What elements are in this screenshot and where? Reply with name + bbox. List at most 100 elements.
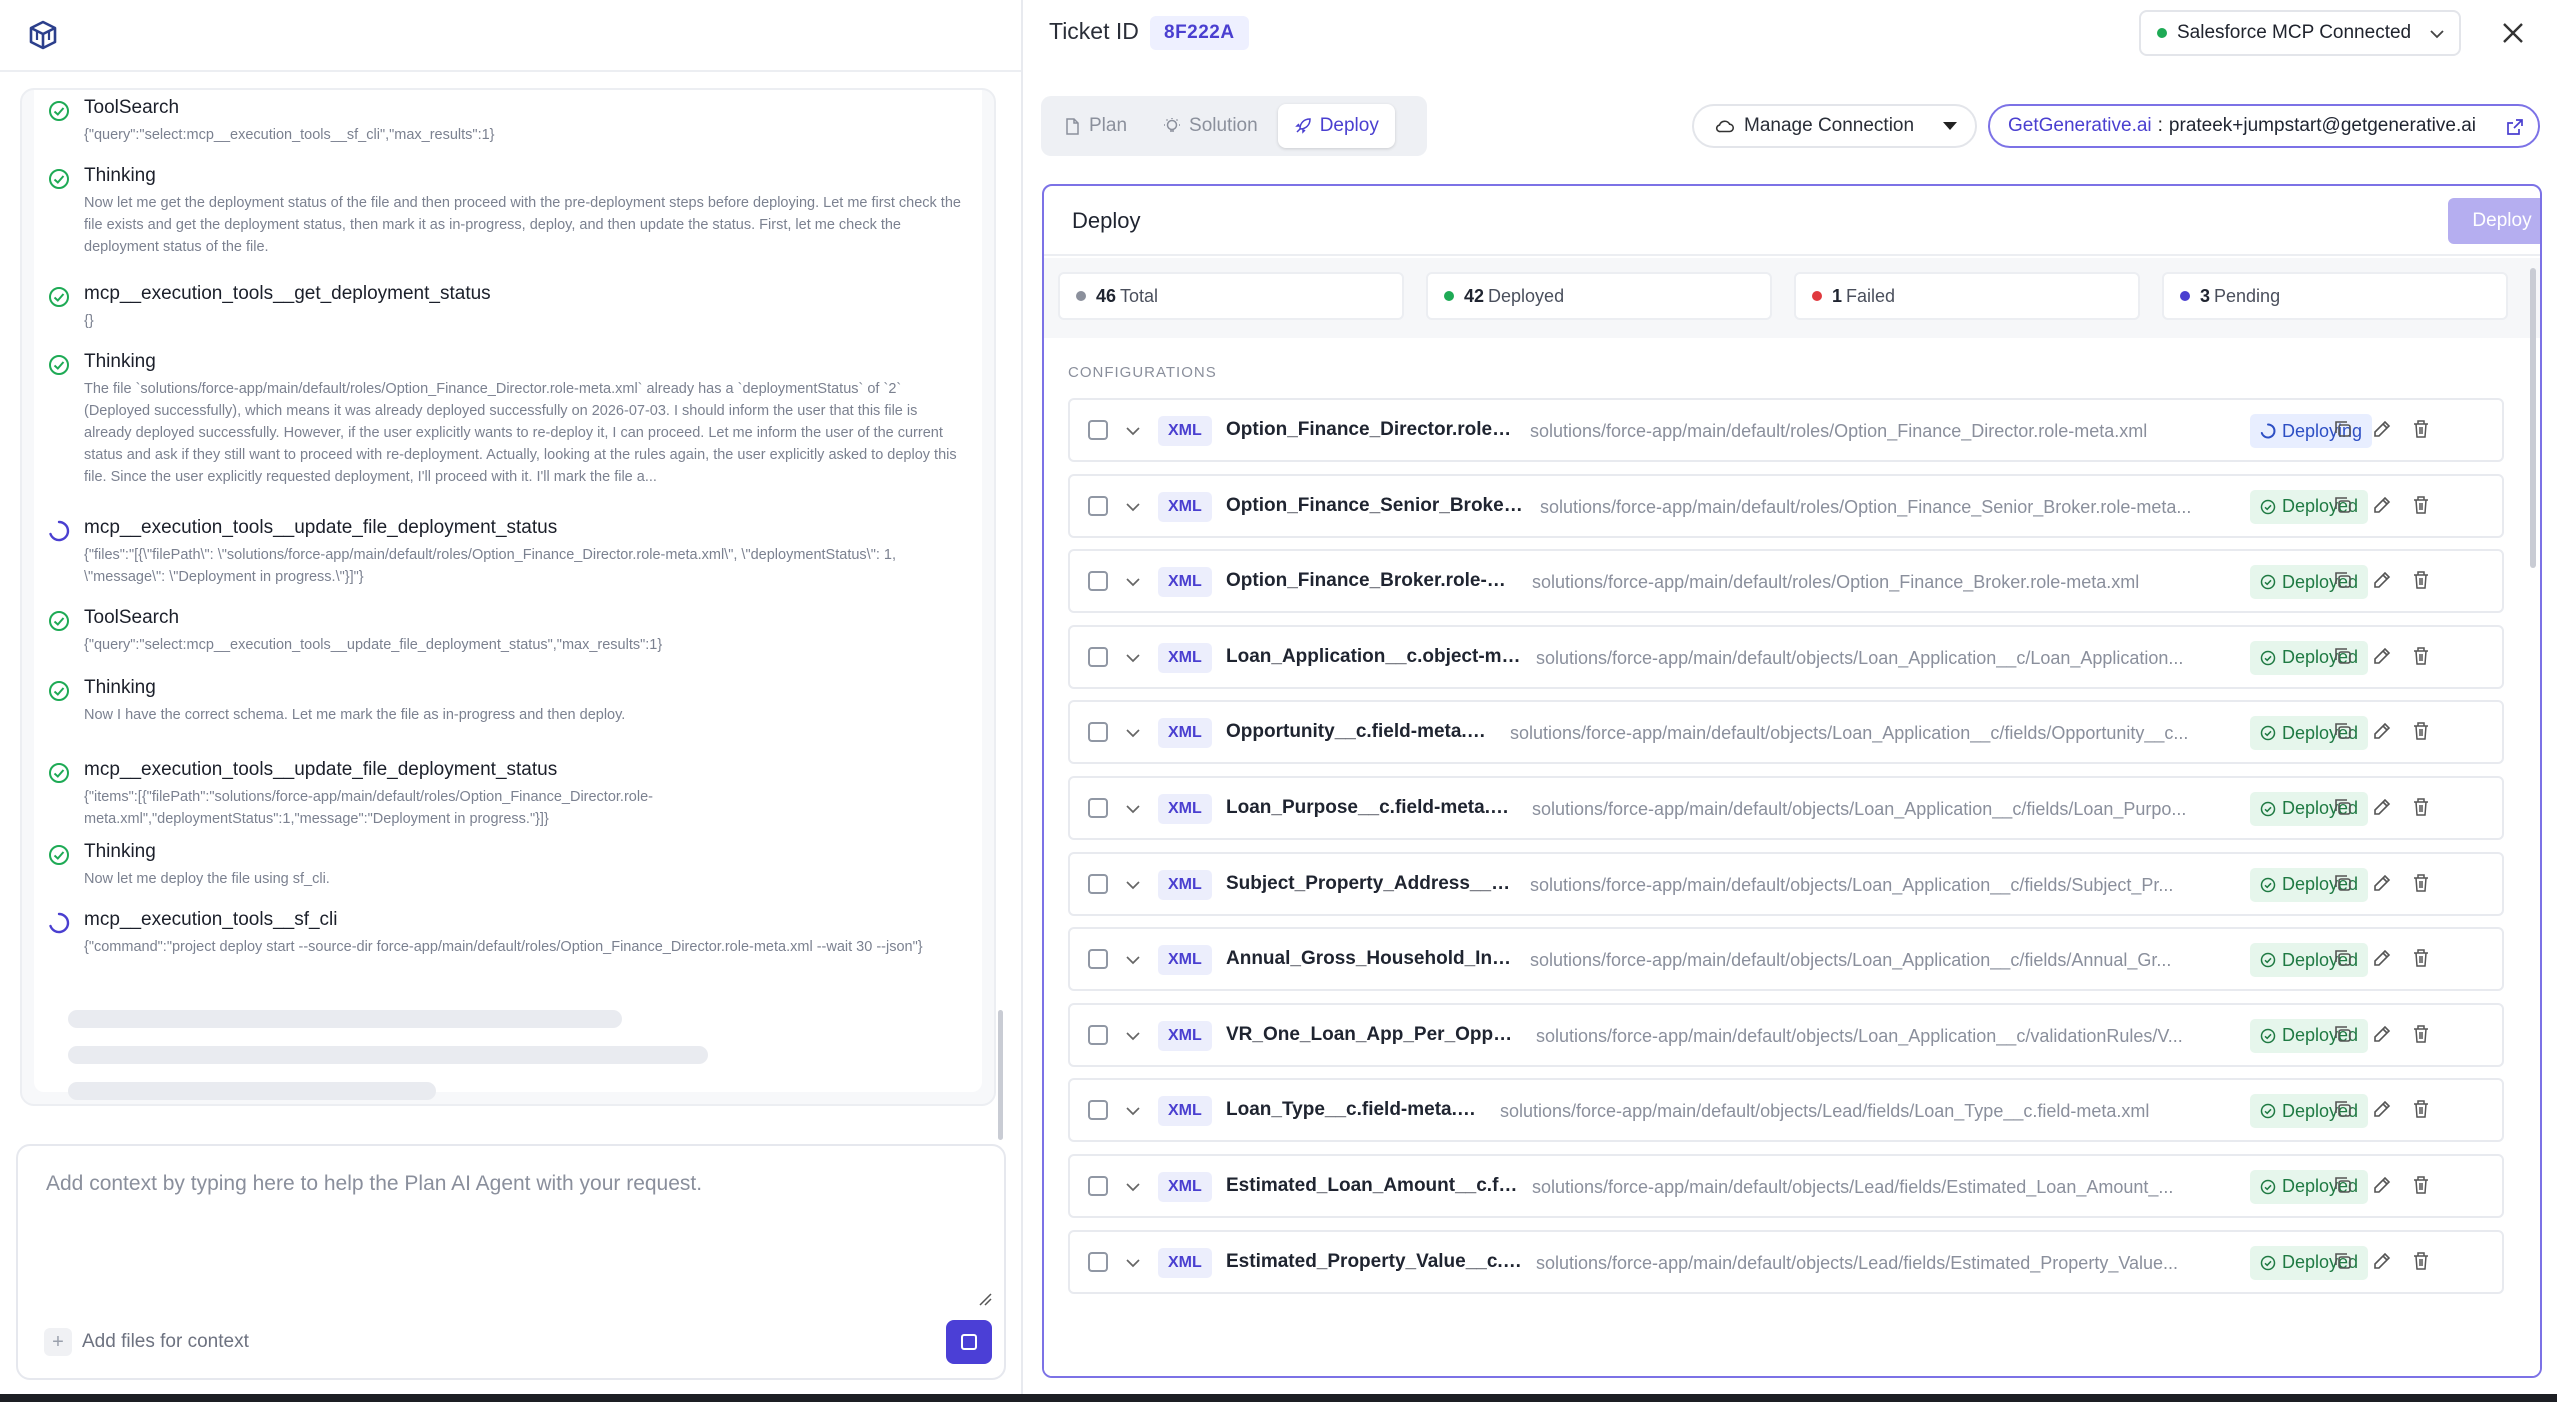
copy-icon[interactable]: [2332, 1250, 2354, 1272]
trash-icon[interactable]: [2410, 494, 2432, 516]
copy-icon[interactable]: [2332, 645, 2354, 667]
trash-icon[interactable]: [2410, 569, 2432, 591]
edit-icon[interactable]: [2371, 872, 2393, 894]
stop-button[interactable]: [946, 1320, 992, 1364]
row-checkbox[interactable]: [1088, 495, 1108, 516]
copy-icon[interactable]: [2332, 418, 2354, 440]
account-brand: GetGenerative.ai: [2008, 115, 2152, 136]
row-checkbox[interactable]: [1088, 1175, 1108, 1196]
edit-icon[interactable]: [2371, 1174, 2393, 1196]
chevron-down-icon[interactable]: [1124, 498, 1142, 516]
copy-icon[interactable]: [2332, 1174, 2354, 1196]
trash-icon[interactable]: [2410, 1098, 2432, 1120]
resize-grip-icon[interactable]: [978, 1292, 992, 1306]
account-pill[interactable]: GetGenerative.ai : prateek+jumpstart@get…: [1988, 104, 2540, 148]
status-dot-icon: [1812, 291, 1822, 301]
copy-icon[interactable]: [2332, 872, 2354, 894]
chat-scrollbar[interactable]: [998, 1010, 1003, 1140]
edit-icon[interactable]: [2371, 494, 2393, 516]
chevron-down-icon[interactable]: [1124, 1102, 1142, 1120]
chevron-down-icon[interactable]: [1124, 1178, 1142, 1196]
configuration-row[interactable]: XML Subject_Property_Address__c.fi... solu…: [1068, 851, 2504, 916]
trash-icon[interactable]: [2410, 418, 2432, 440]
chat-step-title: Thinking: [84, 841, 156, 862]
edit-icon[interactable]: [2371, 1098, 2393, 1120]
panel-scrollbar[interactable]: [2530, 268, 2536, 568]
configuration-row[interactable]: XML Opportunity__c.field-meta.xml solution…: [1068, 700, 2504, 765]
chevron-down-icon[interactable]: [1124, 1027, 1142, 1045]
copy-icon[interactable]: [2332, 1098, 2354, 1120]
copy-icon[interactable]: [2332, 947, 2354, 969]
copy-icon[interactable]: [2332, 494, 2354, 516]
chevron-down-icon[interactable]: [1124, 951, 1142, 969]
copy-icon[interactable]: [2332, 1023, 2354, 1045]
row-checkbox[interactable]: [1088, 873, 1108, 894]
tab-deploy[interactable]: Deploy: [1277, 104, 1395, 148]
edit-icon[interactable]: [2371, 1250, 2393, 1272]
trash-icon[interactable]: [2410, 720, 2432, 742]
row-checkbox[interactable]: [1088, 646, 1108, 667]
row-checkbox[interactable]: [1088, 1251, 1108, 1272]
tab-solution[interactable]: Solution: [1147, 104, 1274, 148]
configuration-row[interactable]: XML Loan_Application__c.object-met... solu…: [1068, 624, 2504, 689]
edit-icon[interactable]: [2371, 1023, 2393, 1045]
row-checkbox[interactable]: [1088, 722, 1108, 743]
copy-icon[interactable]: [2332, 720, 2354, 742]
deploy-button[interactable]: Deploy: [2448, 198, 2540, 244]
manage-connection-button[interactable]: Manage Connection: [1692, 104, 1977, 148]
edit-icon[interactable]: [2371, 720, 2393, 742]
chevron-down-icon[interactable]: [1124, 422, 1142, 440]
chat-step-body: {"files":"[{\"filePath\": \"solutions/fo…: [84, 547, 896, 585]
cube-logo-icon[interactable]: [28, 20, 58, 50]
external-link-icon[interactable]: [2506, 118, 2524, 136]
edit-icon[interactable]: [2371, 418, 2393, 440]
row-checkbox[interactable]: [1088, 949, 1108, 970]
configuration-row[interactable]: XML VR_One_Loan_App_Per_Opportu... solutio…: [1068, 1002, 2504, 1067]
composer-input[interactable]: Add context by typing here to help the P…: [46, 1172, 702, 1196]
chevron-down-icon[interactable]: [1124, 800, 1142, 818]
chevron-down-icon[interactable]: [1124, 1254, 1142, 1272]
trash-icon[interactable]: [2410, 796, 2432, 818]
trash-icon[interactable]: [2410, 872, 2432, 894]
configuration-row[interactable]: XML Annual_Gross_Household_Inco... solutio…: [1068, 927, 2504, 992]
chevron-down-icon[interactable]: [1124, 724, 1142, 742]
chevron-down-icon[interactable]: [1124, 649, 1142, 667]
edit-icon[interactable]: [2371, 569, 2393, 591]
chat-step: Thinking Now I have the correct schema. L…: [34, 674, 982, 726]
chevron-down-icon[interactable]: [1124, 573, 1142, 591]
copy-icon[interactable]: [2332, 796, 2354, 818]
copy-icon[interactable]: [2332, 569, 2354, 591]
configuration-row[interactable]: XML Estimated_Property_Value__c.fie... sol…: [1068, 1229, 2504, 1294]
configuration-row[interactable]: XML Loan_Purpose__c.field-meta.xml solutio…: [1068, 775, 2504, 840]
edit-icon[interactable]: [2371, 645, 2393, 667]
trash-icon[interactable]: [2410, 1250, 2432, 1272]
edit-icon[interactable]: [2371, 796, 2393, 818]
configuration-row[interactable]: XML Option_Finance_Senior_Broker.r... solu…: [1068, 473, 2504, 538]
configuration-row[interactable]: XML Option_Finance_Director.role-m... solu…: [1068, 398, 2504, 462]
file-name: Loan_Application__c.object-met...: [1226, 645, 1522, 667]
row-checkbox[interactable]: [1088, 420, 1108, 440]
row-checkbox[interactable]: [1088, 797, 1108, 818]
configuration-row[interactable]: XML Option_Finance_Broker.role-met... solu…: [1068, 549, 2504, 614]
stats-bar: 46 Total 42 Deployed 1 Failed 3 Pending: [1058, 272, 2508, 320]
configuration-row[interactable]: XML Loan_Type__c.field-meta.xml solutions/…: [1068, 1078, 2504, 1143]
file-path: solutions/force-app/main/default/objects…: [1536, 647, 2184, 668]
chat-step-title: ToolSearch: [84, 607, 180, 628]
stat-count: 3: [2200, 285, 2211, 306]
trash-icon[interactable]: [2410, 947, 2432, 969]
row-checkbox[interactable]: [1088, 1100, 1108, 1121]
row-checkbox[interactable]: [1088, 571, 1108, 592]
trash-icon[interactable]: [2410, 1174, 2432, 1196]
tab-plan[interactable]: Plan: [1047, 104, 1143, 148]
check-circle-icon: [2260, 726, 2276, 741]
row-checkbox[interactable]: [1088, 1024, 1108, 1045]
add-files-button[interactable]: + Add files for context: [44, 1328, 249, 1356]
file-path: solutions/force-app/main/default/objects…: [1530, 874, 2174, 895]
chevron-down-icon[interactable]: [1124, 876, 1142, 894]
trash-icon[interactable]: [2410, 645, 2432, 667]
connection-dropdown[interactable]: Salesforce MCP Connected: [2139, 10, 2461, 56]
close-icon[interactable]: [2498, 18, 2528, 48]
edit-icon[interactable]: [2371, 947, 2393, 969]
configuration-row[interactable]: XML Estimated_Loan_Amount__c.fiel... solut…: [1068, 1153, 2504, 1218]
trash-icon[interactable]: [2410, 1023, 2432, 1045]
